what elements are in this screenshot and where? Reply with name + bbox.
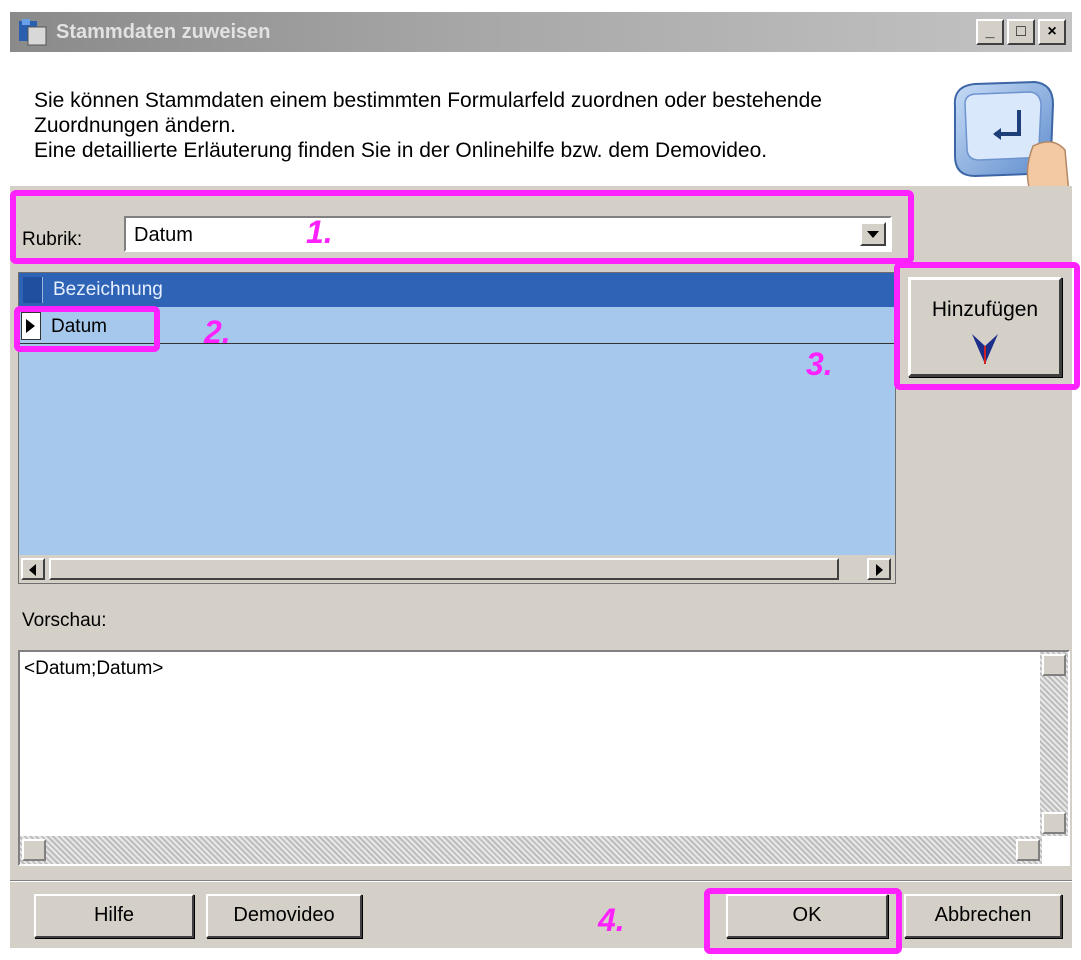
preview-vertical-scrollbar[interactable] [1040,652,1068,836]
header-description: Sie können Stammdaten einem bestimmten F… [34,88,822,163]
highlight-box-1 [10,190,914,264]
preview-label: Vorschau: [22,610,107,631]
scroll-up-button[interactable] [1042,654,1066,676]
highlight-box-2 [14,306,160,352]
scroll-right-button[interactable] [1016,839,1040,861]
step-label-3: 3. [806,346,833,382]
app-icon [19,19,47,46]
arrow-right-icon [876,564,883,576]
preview-text: <Datum;Datum> [24,658,164,679]
step-label-1: 1. [306,214,333,250]
highlight-box-3 [894,262,1080,390]
header-line-1: Sie können Stammdaten einem bestimmten F… [34,89,822,112]
separator [10,880,1072,882]
keyboard-key-icon [953,80,1070,195]
preview-horizontal-scrollbar[interactable] [20,836,1042,864]
scroll-thumb[interactable] [49,558,839,580]
column-header-bezeichnung[interactable]: Bezeichnung [53,279,163,301]
help-button[interactable]: Hilfe [34,894,194,938]
grid-horizontal-scrollbar[interactable] [19,555,895,583]
scroll-right-button[interactable] [867,558,891,580]
scroll-left-button[interactable] [21,558,45,580]
window-title: Stammdaten zuweisen [56,21,271,43]
grid-header-indicator [23,277,43,303]
preview-textarea[interactable]: <Datum;Datum> [18,650,1070,866]
header-area: Sie können Stammdaten einem bestimmten F… [10,52,1072,195]
cancel-button[interactable]: Abbrechen [904,894,1062,938]
close-button[interactable]: × [1038,19,1066,45]
scroll-down-button[interactable] [1042,812,1066,834]
header-line-3: Eine detaillierte Erläuterung finden Sie… [34,139,768,162]
arrow-left-icon [29,564,36,576]
title-bar[interactable]: Stammdaten zuweisen _ □ × [10,12,1072,52]
maximize-button[interactable]: □ [1007,19,1035,45]
step-label-2: 2. [204,314,231,350]
minimize-button[interactable]: _ [976,19,1004,45]
grid-header: Bezeichnung [19,273,895,307]
step-label-4: 4. [598,902,625,938]
demo-video-button[interactable]: Demovideo [206,894,362,938]
highlight-box-4 [704,888,902,954]
scroll-left-button[interactable] [22,839,46,861]
header-line-2: Zuordnungen ändern. [34,114,236,137]
